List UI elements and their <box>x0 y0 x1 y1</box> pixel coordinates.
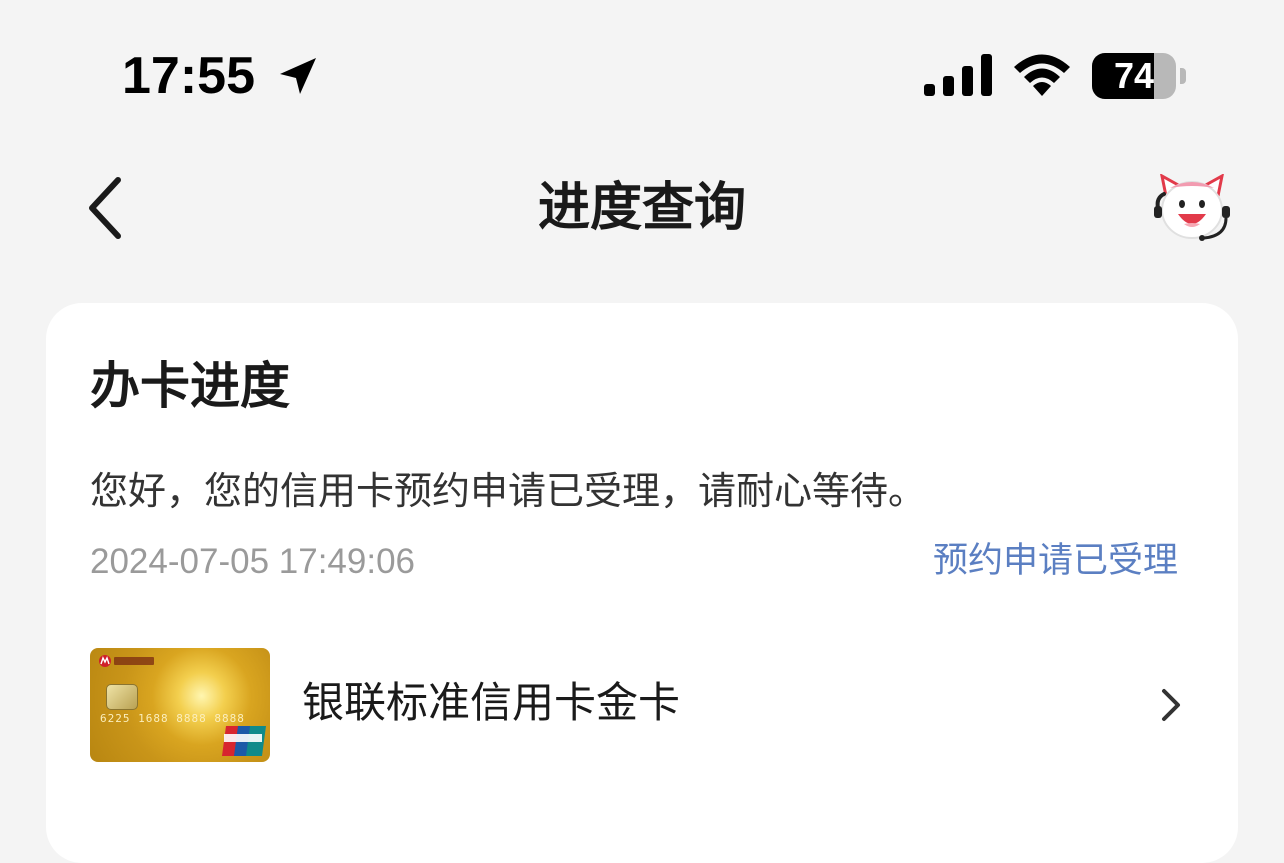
credit-card-product-row[interactable]: 6225 1688 8888 8888 银联标准信用卡金卡 <box>46 633 1238 773</box>
progress-message: 您好，您的信用卡预约申请已受理，请耐心等待。 <box>90 469 927 513</box>
battery-cap <box>1180 68 1186 84</box>
location-arrow-icon <box>280 58 316 94</box>
credit-card-image: 6225 1688 8888 8888 <box>90 648 270 762</box>
status-bar: 17:55 74 <box>0 0 1284 150</box>
back-button[interactable] <box>76 172 140 244</box>
cellular-signal-icon <box>924 54 992 96</box>
card-chip <box>106 684 138 710</box>
cat-assistant-icon[interactable] <box>1152 174 1232 246</box>
battery-level: 74 <box>1113 55 1155 96</box>
bank-logo-icon <box>99 655 154 667</box>
progress-card: 办卡进度 您好，您的信用卡预约申请已受理，请耐心等待。 2024-07-05 1… <box>46 303 1238 863</box>
battery-body: 74 <box>1092 53 1176 99</box>
status-time: 17:55 <box>122 47 255 105</box>
wifi-icon <box>1014 54 1070 96</box>
unionpay-logo-icon <box>222 726 266 756</box>
progress-timestamp: 2024-07-05 17:49:06 <box>90 542 415 581</box>
page-title: 进度查询 <box>537 178 746 238</box>
chevron-right-icon[interactable] <box>1154 683 1186 727</box>
status-badge: 预约申请已受理 <box>932 541 1178 581</box>
card-title: 办卡进度 <box>90 357 290 415</box>
battery-icon: 74 <box>1092 53 1186 99</box>
credit-card-name: 银联标准信用卡金卡 <box>302 678 681 727</box>
nav-bar: 进度查询 <box>0 150 1284 270</box>
